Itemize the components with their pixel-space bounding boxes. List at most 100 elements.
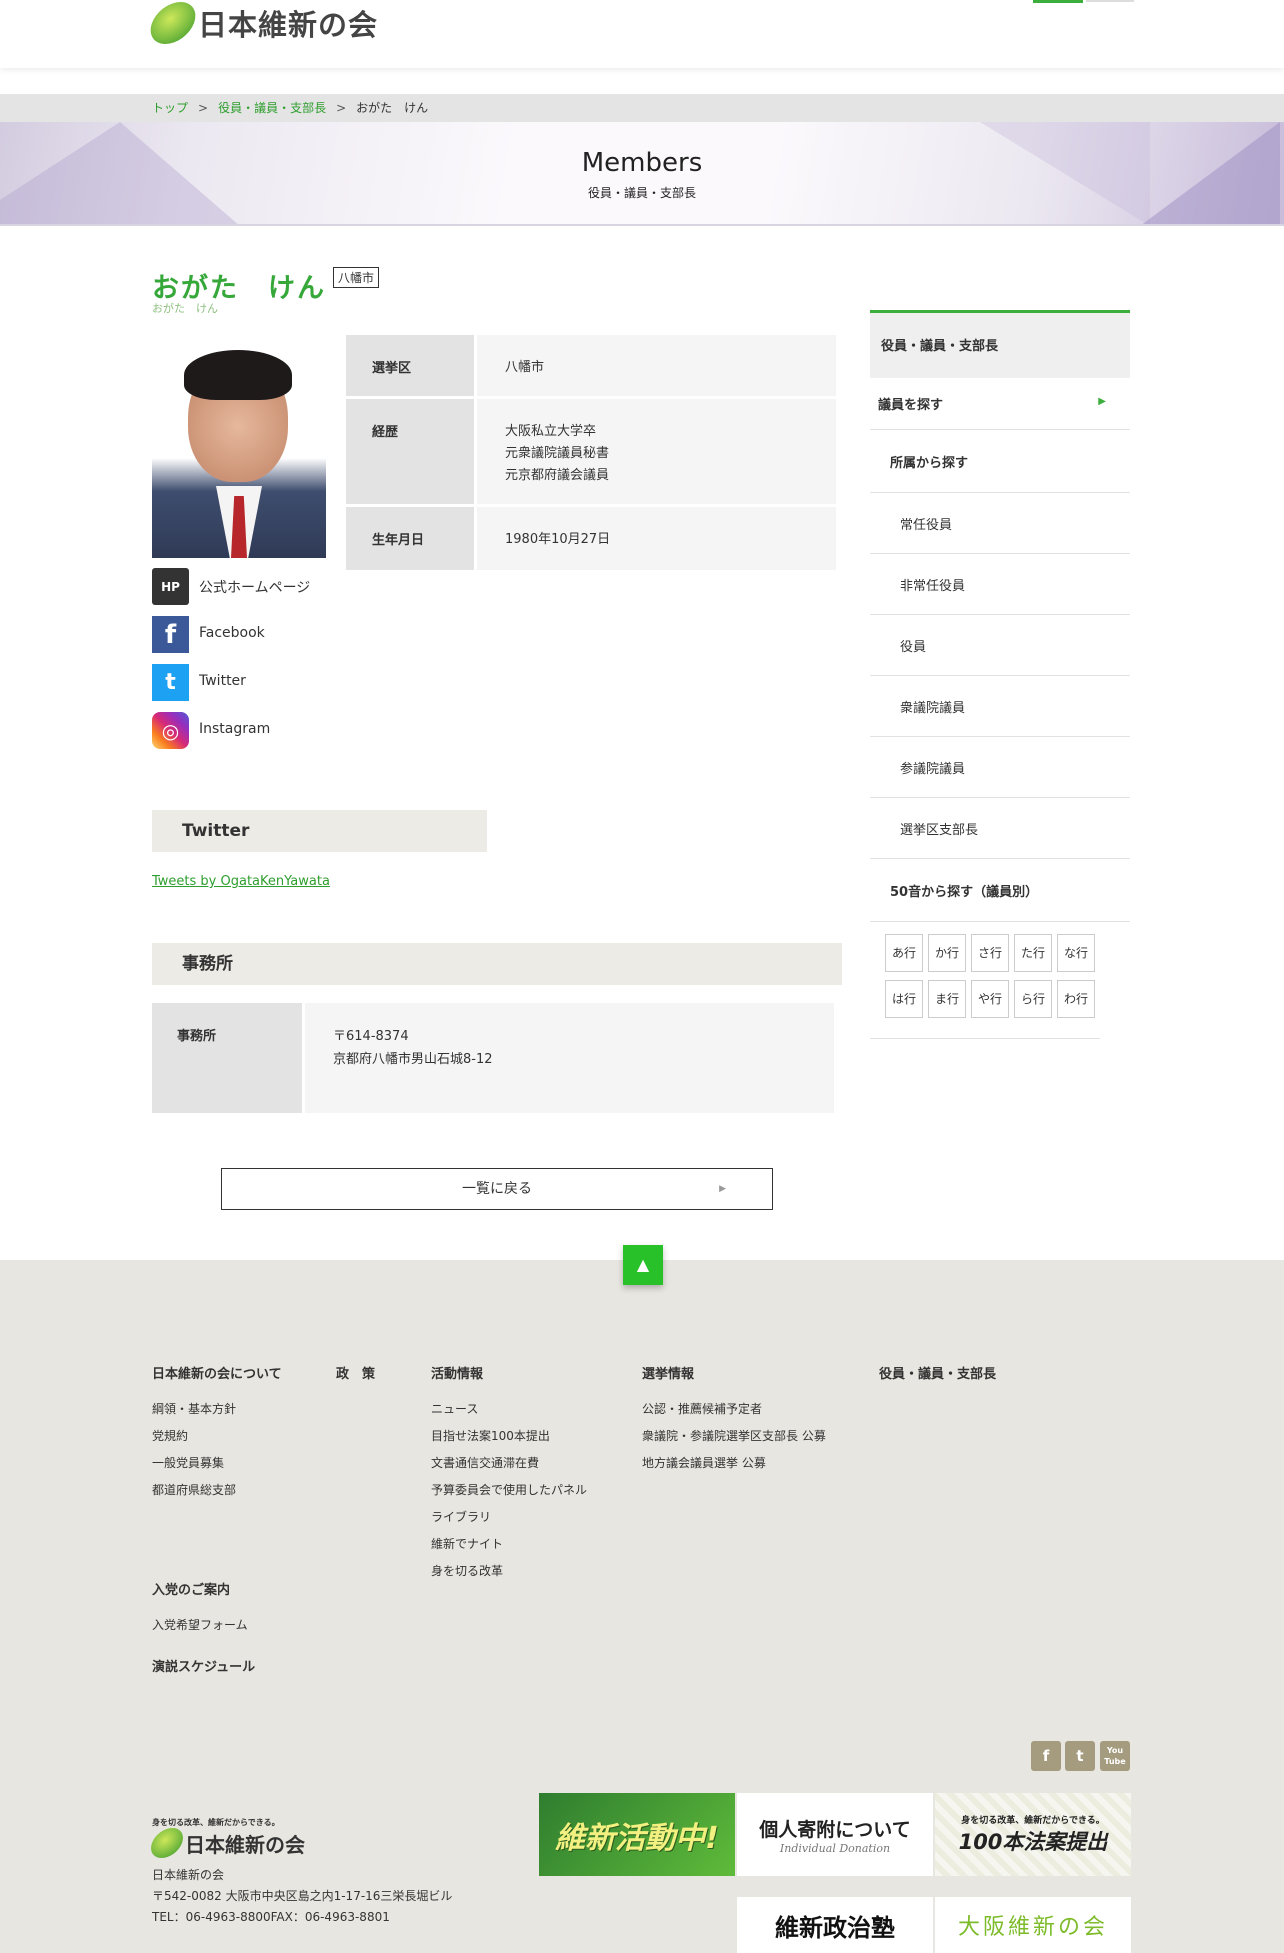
arrow-right-icon: ▶ bbox=[1098, 396, 1106, 407]
kana-button[interactable]: ま行 bbox=[928, 980, 966, 1018]
photo-hair bbox=[184, 350, 292, 400]
logo-leaf-icon bbox=[144, 2, 202, 44]
kana-button-grid: あ行 か行 さ行 た行 な行 は行 ま行 や行 ら行 わ行 bbox=[870, 922, 1100, 1039]
kana-button[interactable]: は行 bbox=[885, 980, 923, 1018]
footer-logo[interactable]: 日本維新の会 bbox=[146, 1828, 305, 1858]
footer-link[interactable]: 綱領・基本方針 bbox=[152, 1400, 282, 1417]
sidebar-item-district-branch-heads[interactable]: 選挙区支部長 bbox=[870, 798, 1130, 859]
kana-button[interactable]: た行 bbox=[1014, 934, 1052, 972]
banner-school-text: 維新政治塾 bbox=[775, 1913, 895, 1942]
page-subtitle: 役員・議員・支部長 bbox=[587, 186, 696, 200]
tweets-link[interactable]: Tweets by OgataKenYawata bbox=[152, 874, 330, 889]
footer-heading[interactable]: 役員・議員・支部長 bbox=[879, 1363, 996, 1382]
footer-link[interactable]: ライブラリ bbox=[431, 1508, 587, 1525]
page-title: Members bbox=[581, 148, 703, 178]
banner-activity[interactable]: 維新活動中! bbox=[539, 1793, 735, 1876]
kana-button[interactable]: や行 bbox=[971, 980, 1009, 1018]
info-row: 経歴 大阪私立大学卒 元衆議院議員秘書 元京都府議会議員 bbox=[346, 399, 836, 504]
footer-link[interactable]: 入党希望フォーム bbox=[152, 1616, 248, 1633]
page-hero: Members 役員・議員・支部長 bbox=[0, 122, 1284, 226]
link-label: Instagram bbox=[199, 721, 271, 737]
youtube-icon[interactable]: You Tube bbox=[1100, 1741, 1130, 1771]
twitter-heading: Twitter bbox=[152, 810, 487, 852]
footer-link[interactable]: 一般党員募集 bbox=[152, 1454, 282, 1471]
footer-link[interactable]: 維新でナイト bbox=[431, 1535, 587, 1552]
banner-osaka-ishin[interactable]: 大阪維新の会 bbox=[935, 1897, 1131, 1953]
kana-button[interactable]: か行 bbox=[928, 934, 966, 972]
footer-heading[interactable]: 入党のご案内 bbox=[152, 1579, 248, 1598]
link-label: Twitter bbox=[199, 673, 246, 689]
footer-link[interactable]: 文書通信交通滞在費 bbox=[431, 1454, 587, 1471]
sidebar-title[interactable]: 役員・議員・支部長 bbox=[870, 310, 1130, 378]
facebook-icon: f bbox=[152, 616, 189, 653]
header-divider bbox=[1086, 0, 1134, 2]
breadcrumb-members[interactable]: 役員・議員・支部長 bbox=[218, 101, 326, 115]
footer-heading[interactable]: 日本維新の会について bbox=[152, 1363, 282, 1382]
facebook-icon[interactable]: f bbox=[1031, 1741, 1061, 1771]
profile-info-table: 選挙区 八幡市 経歴 大阪私立大学卒 元衆議院議員秘書 元京都府議会議員 生年月… bbox=[346, 335, 836, 573]
sidebar-item-house-of-representatives[interactable]: 衆議院議員 bbox=[870, 676, 1130, 737]
twitter-icon: t bbox=[152, 664, 189, 701]
kana-button[interactable]: あ行 bbox=[885, 934, 923, 972]
kana-button[interactable]: わ行 bbox=[1057, 980, 1095, 1018]
footer-link[interactable]: 予算委員会で使用したパネル bbox=[431, 1481, 587, 1498]
footer-link[interactable]: 都道府県総支部 bbox=[152, 1481, 282, 1498]
link-label: Facebook bbox=[199, 625, 265, 641]
sidebar-item-search[interactable]: 議員を探す ▶ bbox=[870, 378, 1130, 430]
footer-heading[interactable]: 活動情報 bbox=[431, 1363, 587, 1382]
footer-logo-text: 日本維新の会 bbox=[185, 1832, 305, 1857]
kana-button[interactable]: ら行 bbox=[1014, 980, 1052, 1018]
site-logo[interactable]: 日本維新の会 bbox=[144, 2, 378, 44]
footer-col-members: 役員・議員・支部長 bbox=[879, 1363, 996, 1400]
back-button-label: 一覧に戻る bbox=[462, 1181, 532, 1197]
office-key: 事務所 bbox=[152, 1003, 302, 1113]
arrow-right-icon: ▶ bbox=[719, 1184, 726, 1194]
footer-link[interactable]: 衆議院・参議院選挙区支部長 公募 bbox=[642, 1427, 826, 1444]
hp-icon: HP bbox=[152, 568, 189, 605]
footer-col-election: 選挙情報 公認・推薦候補予定者 衆議院・参議院選挙区支部長 公募 地方議会議員選… bbox=[642, 1363, 826, 1481]
city-tag: 八幡市 bbox=[333, 267, 380, 288]
footer-col-activity: 活動情報 ニュース 目指せ法案100本提出 文書通信交通滞在費 予算委員会で使用… bbox=[431, 1363, 587, 1589]
back-to-top-button[interactable]: ▲ bbox=[623, 1245, 663, 1285]
footer-link[interactable]: 身を切る改革 bbox=[431, 1562, 587, 1579]
sidebar-item-standing-officers[interactable]: 常任役員 bbox=[870, 493, 1130, 554]
instagram-icon: ◎ bbox=[152, 712, 189, 749]
kana-button[interactable]: な行 bbox=[1057, 934, 1095, 972]
banner-donation[interactable]: 個人寄附について Individual Donation bbox=[737, 1793, 933, 1876]
sidebar-item-label: 議員を探す bbox=[878, 398, 944, 413]
member-name-kana: おがた けん bbox=[152, 302, 218, 315]
info-row: 生年月日 1980年10月27日 bbox=[346, 507, 836, 570]
footer-heading[interactable]: 政 策 bbox=[336, 1363, 375, 1382]
footer-col-join: 入党のご案内 入党希望フォーム bbox=[152, 1579, 248, 1643]
breadcrumb: トップ > 役員・議員・支部長 > おがた けん bbox=[0, 94, 1284, 122]
sidebar-item-officers[interactable]: 役員 bbox=[870, 615, 1130, 676]
footer-link[interactable]: ニュース bbox=[431, 1400, 587, 1417]
banner-donation-text: 個人寄附について bbox=[759, 1818, 911, 1841]
banner-political-school[interactable]: 維新政治塾 bbox=[737, 1897, 933, 1953]
footer-col-speech: 演説スケジュール bbox=[152, 1656, 255, 1693]
career-line: 元衆議院議員秘書 bbox=[505, 446, 610, 461]
sidebar-item-kana-search[interactable]: 50音から探す（議員別） bbox=[870, 859, 1130, 922]
twitter-icon[interactable]: t bbox=[1065, 1741, 1095, 1771]
sidebar-item-house-of-councillors[interactable]: 参議院議員 bbox=[870, 737, 1130, 798]
banner-100-bills[interactable]: 身を切る改革、維新だからできる。 100本法案提出 bbox=[935, 1793, 1131, 1876]
link-label: 公式ホームページ bbox=[199, 580, 311, 596]
breadcrumb-separator: > bbox=[198, 101, 209, 115]
footer-heading[interactable]: 選挙情報 bbox=[642, 1363, 826, 1382]
sidebar-item-non-standing-officers[interactable]: 非常任役員 bbox=[870, 554, 1130, 615]
office-heading: 事務所 bbox=[152, 943, 842, 985]
footer-heading[interactable]: 演説スケジュール bbox=[152, 1656, 255, 1675]
info-value: 1980年10月27日 bbox=[477, 507, 836, 570]
footer-link[interactable]: 公認・推薦候補予定者 bbox=[642, 1400, 826, 1417]
footer-link[interactable]: 地方議会議員選挙 公募 bbox=[642, 1454, 826, 1471]
footer-link[interactable]: 党規約 bbox=[152, 1427, 282, 1444]
back-to-list-button[interactable]: 一覧に戻る ▶ bbox=[221, 1168, 773, 1210]
member-photo bbox=[152, 336, 326, 558]
footer-col-about: 日本維新の会について 綱領・基本方針 党規約 一般党員募集 都道府県総支部 bbox=[152, 1363, 282, 1508]
breadcrumb-top[interactable]: トップ bbox=[152, 101, 188, 115]
info-value: 八幡市 bbox=[477, 335, 836, 396]
kana-button[interactable]: さ行 bbox=[971, 934, 1009, 972]
footer-link[interactable]: 目指せ法案100本提出 bbox=[431, 1427, 587, 1444]
info-key: 経歴 bbox=[346, 399, 474, 504]
sidebar-item-affiliation[interactable]: 所属から探す bbox=[870, 430, 1130, 493]
